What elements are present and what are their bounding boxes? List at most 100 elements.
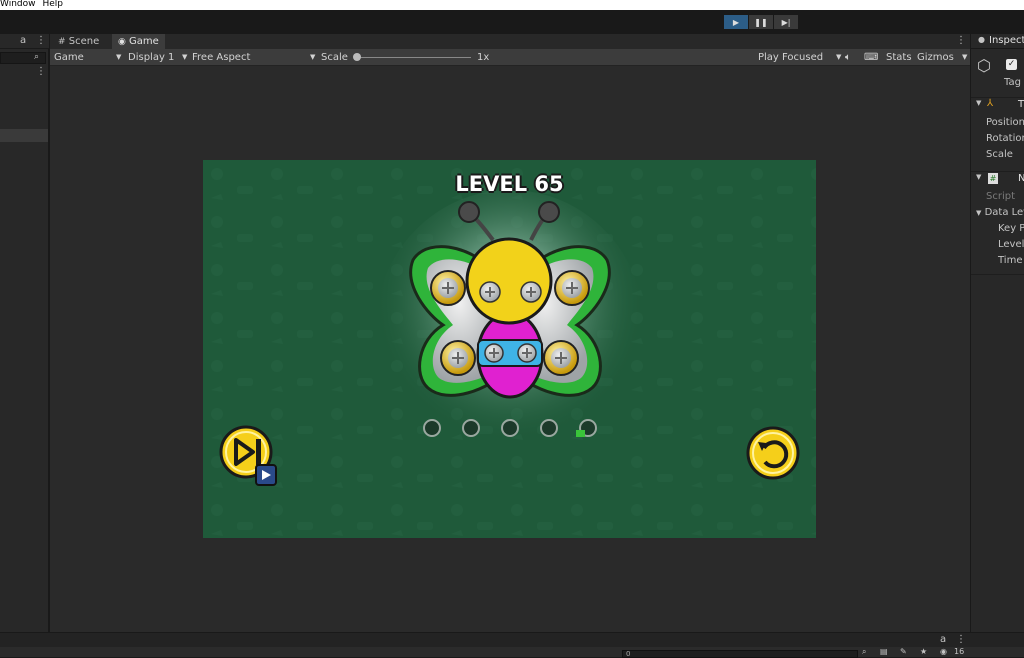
gamepad-icon: ◉ [118, 37, 126, 47]
game-view-toolbar: Game ▼ Display 1 ▼ Free Aspect ▼ Scale 1x P… [50, 49, 970, 66]
more-icon[interactable]: ⋮ [36, 66, 46, 77]
search-icon[interactable]: ⌕ [862, 647, 866, 657]
menu-bar: Window Help [0, 0, 1024, 10]
pause-button[interactable]: ❚❚ [749, 15, 773, 29]
more-icon[interactable]: ⋮ [956, 634, 966, 645]
visibility-icon[interactable]: ◉ [940, 647, 947, 656]
gizmos-dropdown[interactable]: Gizmos ▼ [917, 49, 969, 66]
scale-slider-handle[interactable] [353, 53, 361, 61]
screw-icon [484, 343, 504, 363]
key-label: Key P [998, 223, 1024, 234]
screw-icon [479, 281, 501, 303]
progress-dot [501, 419, 519, 437]
chevron-down-icon: ▼ [836, 53, 842, 61]
star-icon[interactable]: ★ [920, 647, 927, 656]
transform-icon: ⅄ [987, 98, 994, 109]
transform-title: T [1018, 99, 1024, 110]
game-canvas: LEVEL 65 [203, 160, 816, 538]
screw-icon [554, 270, 590, 306]
hierarchy-tab-bar: a ⋮ [0, 34, 49, 49]
play-mode-label: Play Focused [758, 52, 824, 63]
tag-label: Tag [1004, 77, 1021, 88]
step-icon: ▶| [781, 17, 791, 27]
hierarchy-row-selected[interactable] [0, 129, 48, 142]
main-toolbar: ▶ ❚❚ ▶| [0, 10, 1024, 34]
active-checkbox[interactable]: ✓ [1006, 59, 1017, 70]
aspect-dropdown[interactable]: Free Aspect ▼ [192, 49, 316, 66]
view-mode-dropdown[interactable]: Game ▼ [54, 49, 122, 66]
script-label: Script [986, 191, 1016, 202]
data-level-foldout[interactable]: ▼ Data Leve [976, 207, 1024, 218]
component-header[interactable]: ▼ # N [971, 171, 1024, 186]
screw-icon [517, 343, 537, 363]
game-scene [203, 160, 816, 538]
divider [971, 274, 1024, 275]
play-icon: ▶ [732, 17, 740, 27]
menu-window[interactable]: Window [0, 0, 36, 9]
script-icon: # [988, 173, 998, 184]
tab-scene[interactable]: # Scene [52, 34, 105, 49]
menu-help[interactable]: Help [43, 0, 64, 9]
console-toolbar: 0 ⌕ ▤ ✎ ★ ◉ 16 [0, 647, 1024, 658]
time-label: Time [998, 255, 1023, 266]
chevron-down-icon: ▼ [962, 53, 968, 61]
chevron-down-icon: ▼ [116, 53, 122, 61]
screw-icon [440, 340, 476, 376]
scale-label-inspector: Scale [986, 149, 1013, 160]
filter-icon[interactable]: ▤ [880, 647, 888, 656]
progress-dot [540, 419, 558, 437]
lock-icon[interactable]: a [940, 634, 946, 645]
progress-dot [423, 419, 441, 437]
scale-slider[interactable] [355, 57, 471, 58]
screw-icon [430, 270, 466, 306]
chevron-down-icon: ▼ [976, 209, 982, 217]
play-button[interactable]: ▶ [724, 15, 748, 29]
scale-label: Scale [321, 52, 348, 63]
gizmos-label: Gizmos [917, 52, 954, 63]
rotation-label: Rotation [986, 133, 1024, 144]
chevron-down-icon: ▼ [976, 173, 982, 181]
lock-icon[interactable]: a [20, 35, 26, 46]
hierarchy-panel: ⌕ ⋮ [0, 49, 49, 632]
level-title: LEVEL 65 [455, 172, 564, 196]
level-label: Level [998, 239, 1024, 250]
aspect-label: Free Aspect [192, 52, 251, 63]
current-level-marker [576, 430, 585, 437]
speaker-icon[interactable]: 🔈︎ [845, 49, 851, 66]
screw-icon [520, 281, 542, 303]
display-dropdown[interactable]: Display 1 ▼ [128, 49, 188, 66]
visibility-count: 16 [954, 647, 965, 656]
view-tab-bar: # Scene ◉ Game ⋮ [50, 34, 970, 49]
scale-value: 1x [477, 52, 490, 63]
tab-game-label: Game [129, 36, 159, 47]
display-label: Display 1 [128, 52, 175, 63]
component-title: N [1018, 173, 1024, 184]
inspector-panel: ● Inspecto ⬡ ✓ Tag ▼ ⅄ T Position Rotati… [970, 34, 1024, 632]
transform-header[interactable]: ▼ ⅄ T [971, 97, 1024, 112]
more-icon[interactable]: ⋮ [956, 35, 966, 46]
position-label: Position [986, 117, 1024, 128]
stats-button[interactable]: Stats [886, 49, 912, 66]
play-mode-dropdown[interactable]: Play Focused ▼ [758, 49, 842, 66]
chevron-down-icon: ▼ [310, 53, 316, 61]
step-button[interactable]: ▶| [774, 15, 798, 29]
more-icon[interactable]: ⋮ [36, 35, 46, 46]
search-icon: ⌕ [34, 52, 40, 62]
gameobject-icon: ⬡ [977, 56, 991, 75]
view-mode-label: Game [54, 52, 84, 63]
restart-button[interactable] [746, 426, 800, 480]
inspector-tab[interactable]: ● Inspecto [971, 34, 1024, 49]
chevron-down-icon: ▼ [182, 53, 188, 61]
keyboard-icon[interactable]: ⌨︎ [864, 49, 878, 66]
screw-icon [543, 340, 579, 376]
progress-dot [462, 419, 480, 437]
tab-scene-label: Scene [68, 36, 100, 47]
info-icon: ● [978, 35, 985, 44]
grid-icon: # [58, 37, 66, 47]
hierarchy-search-input[interactable] [0, 52, 46, 64]
tag-icon[interactable]: ✎ [900, 647, 907, 656]
chevron-down-icon: ▼ [976, 99, 982, 107]
tab-game[interactable]: ◉ Game [112, 34, 165, 49]
pause-icon: ❚❚ [754, 17, 768, 27]
data-level-label: Data Leve [984, 207, 1024, 218]
